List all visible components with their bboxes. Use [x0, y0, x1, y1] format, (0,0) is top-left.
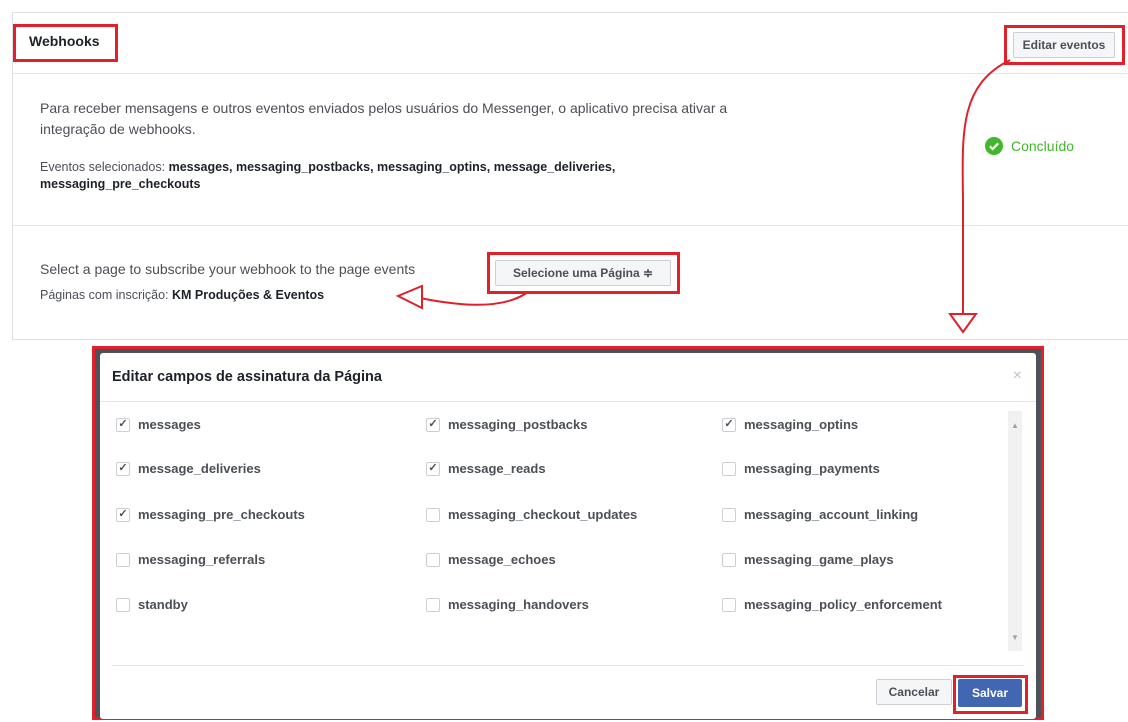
dialog-title: Editar campos de assinatura da Página	[112, 369, 382, 385]
checkbox-icon[interactable]	[426, 552, 440, 567]
field-checkbox[interactable]: ✓ messaging_postbacks	[426, 417, 587, 432]
field-checkbox[interactable]: ✓ message_reads	[426, 461, 546, 476]
checkbox-icon[interactable]	[116, 552, 130, 567]
field-checkbox[interactable]: messaging_policy_enforcement	[722, 597, 942, 612]
dialog-footer-divider	[112, 665, 1024, 666]
field-checkbox[interactable]: ✓ message_deliveries	[116, 461, 261, 476]
checkbox-icon[interactable]	[426, 597, 440, 612]
checkbox-icon[interactable]	[722, 597, 736, 612]
checkbox-icon[interactable]	[722, 507, 736, 522]
field-checkbox[interactable]: messaging_checkout_updates	[426, 507, 637, 522]
cancel-button[interactable]: Cancelar	[876, 679, 952, 705]
fields-scrollbar[interactable]: ▲ ▼	[1008, 411, 1022, 651]
scroll-up-icon[interactable]: ▲	[1008, 421, 1022, 430]
field-checkbox[interactable]: ✓ messaging_optins	[722, 417, 858, 432]
annotation-box-save	[953, 675, 1028, 714]
field-checkbox[interactable]: ✓ messages	[116, 417, 201, 432]
checkbox-icon[interactable]: ✓	[722, 417, 736, 432]
edit-fields-dialog: Editar campos de assinatura da Página × …	[100, 353, 1036, 719]
field-checkbox[interactable]: messaging_referrals	[116, 552, 265, 567]
field-checkbox[interactable]: message_echoes	[426, 552, 556, 567]
checkbox-icon[interactable]: ✓	[116, 507, 130, 522]
checkbox-icon[interactable]	[116, 597, 130, 612]
field-checkbox[interactable]: messaging_payments	[722, 461, 880, 476]
field-checkbox[interactable]: ✓ messaging_pre_checkouts	[116, 507, 305, 522]
close-icon[interactable]: ×	[1013, 367, 1022, 385]
checkbox-icon[interactable]	[722, 461, 736, 476]
checkbox-icon[interactable]: ✓	[116, 417, 130, 432]
field-checkbox[interactable]: standby	[116, 597, 188, 612]
field-checkbox[interactable]: messaging_game_plays	[722, 552, 894, 567]
scroll-down-icon[interactable]: ▼	[1008, 633, 1022, 642]
checkbox-icon[interactable]	[426, 507, 440, 522]
field-checkbox[interactable]: messaging_handovers	[426, 597, 589, 612]
dialog-header: Editar campos de assinatura da Página ×	[100, 353, 1036, 402]
checkbox-icon[interactable]: ✓	[116, 461, 130, 476]
checkbox-icon[interactable]: ✓	[426, 417, 440, 432]
field-checkbox[interactable]: messaging_account_linking	[722, 507, 918, 522]
checkbox-icon[interactable]	[722, 552, 736, 567]
checkbox-icon[interactable]: ✓	[426, 461, 440, 476]
